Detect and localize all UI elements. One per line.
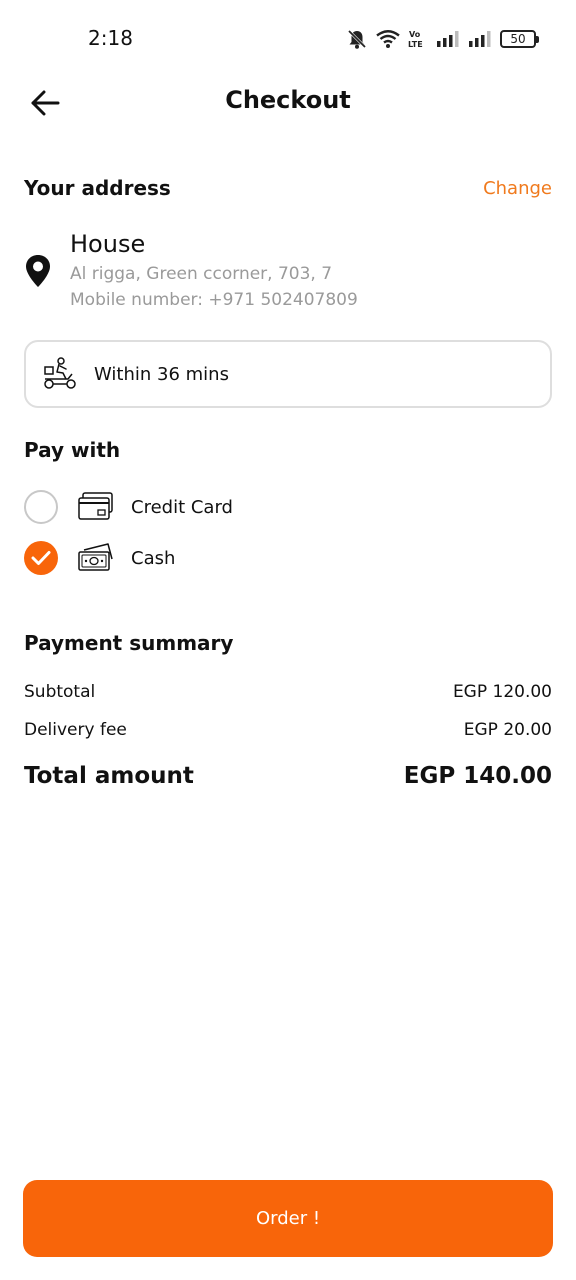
delivery-fee-label: Delivery fee — [24, 720, 127, 740]
delivery-time-box: Within 36 mins — [24, 340, 552, 408]
status-bar: 2:18 Vo LTE 50 — [0, 0, 576, 76]
address-section-title: Your address — [24, 176, 171, 200]
address-card: House Al rigga, Green ccorner, 703, 7 Mo… — [24, 228, 552, 318]
subtotal-label: Subtotal — [24, 682, 96, 702]
payment-summary-title: Payment summary — [24, 631, 234, 655]
cash-icon — [78, 543, 113, 571]
total-value: EGP 140.00 — [403, 763, 552, 789]
payment-option-label: Cash — [131, 547, 176, 569]
credit-card-radio[interactable] — [24, 490, 58, 524]
page-title: Checkout — [225, 86, 351, 114]
credit-card-icon — [78, 492, 113, 520]
payment-option-cash[interactable]: Cash — [24, 538, 552, 578]
payment-option-label: Credit Card — [131, 496, 233, 518]
wifi-icon — [376, 30, 400, 48]
address-name: House — [70, 230, 146, 258]
pay-with-title: Pay with — [24, 438, 121, 462]
delivery-scooter-icon — [44, 357, 76, 389]
delivery-time-text: Within 36 mins — [94, 363, 229, 385]
mobile-number: Mobile number: +971 502407809 — [70, 290, 358, 310]
status-icons: Vo LTE 50 — [346, 26, 539, 52]
location-pin-icon — [26, 255, 50, 287]
payment-option-credit-card[interactable]: Credit Card — [24, 487, 552, 527]
signal-icon — [437, 31, 459, 47]
svg-text:Vo: Vo — [409, 30, 421, 39]
subtotal-row: Subtotal EGP 120.00 — [24, 682, 552, 702]
volte-icon: Vo LTE — [408, 30, 423, 49]
total-label: Total amount — [24, 763, 194, 789]
address-line: Al rigga, Green ccorner, 703, 7 — [70, 264, 333, 284]
mute-bell-icon — [347, 29, 367, 49]
cash-radio[interactable] — [24, 541, 58, 575]
checkmark-icon — [31, 551, 51, 565]
status-time: 2:18 — [88, 26, 133, 50]
total-row: Total amount EGP 140.00 — [24, 763, 552, 789]
signal-icon — [469, 31, 491, 47]
order-button[interactable]: Order ! — [23, 1180, 553, 1257]
svg-text:LTE: LTE — [408, 40, 423, 49]
subtotal-value: EGP 120.00 — [452, 682, 552, 702]
change-address-link[interactable]: Change — [483, 178, 552, 199]
delivery-fee-row: Delivery fee EGP 20.00 — [24, 720, 552, 740]
header: Checkout — [0, 76, 576, 128]
battery-icon: 50 — [500, 30, 539, 48]
delivery-fee-value: EGP 20.00 — [463, 720, 552, 740]
